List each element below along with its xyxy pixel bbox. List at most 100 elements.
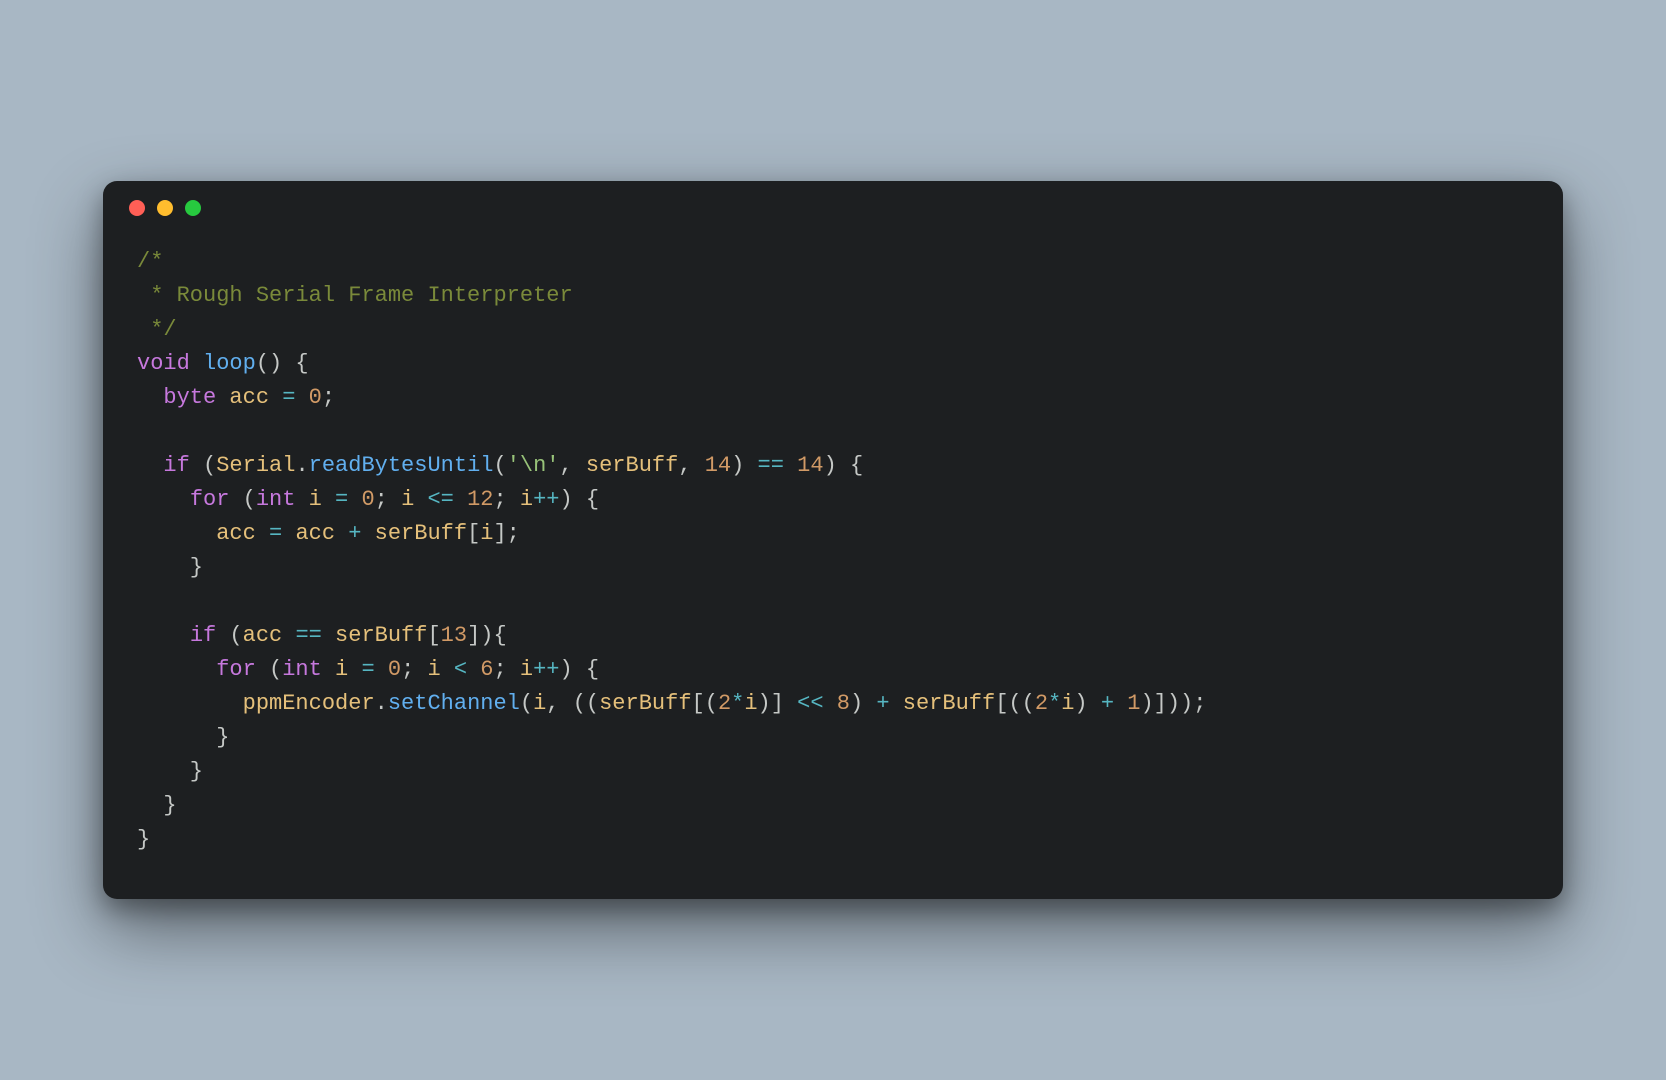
code-token	[348, 657, 361, 682]
code-token: acc	[216, 521, 256, 546]
code-token	[137, 521, 216, 546]
code-token: }	[137, 725, 229, 750]
code-token: i	[401, 487, 414, 512]
code-token	[441, 657, 454, 682]
code-token: loop	[203, 351, 256, 376]
code-token: acc	[295, 521, 335, 546]
code-token: 8	[837, 691, 850, 716]
minimize-icon[interactable]	[157, 200, 173, 216]
code-token: i	[533, 691, 546, 716]
code-token: }	[137, 793, 177, 818]
code-token: ==	[295, 623, 321, 648]
code-token: i	[427, 657, 440, 682]
code-token: [	[467, 521, 480, 546]
code-token: 14	[705, 453, 731, 478]
code-line	[137, 415, 1529, 449]
code-token	[322, 487, 335, 512]
code-line: }	[137, 755, 1529, 789]
code-token: )]));	[1140, 691, 1206, 716]
code-token: (	[493, 453, 506, 478]
code-token: <	[454, 657, 467, 682]
code-token: for	[190, 487, 230, 512]
code-token: serBuff	[903, 691, 995, 716]
code-token: () {	[256, 351, 309, 376]
code-token: acc	[243, 623, 283, 648]
code-token: if	[163, 453, 189, 478]
code-token: i	[1061, 691, 1074, 716]
code-token: )	[1074, 691, 1100, 716]
code-line: }	[137, 721, 1529, 755]
code-token: .	[295, 453, 308, 478]
code-token: <<	[797, 691, 823, 716]
code-token: */	[137, 317, 177, 342]
code-line: void loop() {	[137, 347, 1529, 381]
code-token	[256, 521, 269, 546]
code-token	[322, 623, 335, 648]
code-token: ;	[493, 657, 519, 682]
code-token: }	[137, 555, 203, 580]
code-line: if (acc == serBuff[13]){	[137, 619, 1529, 653]
code-token	[137, 487, 190, 512]
code-token: byte	[163, 385, 216, 410]
code-line: * Rough Serial Frame Interpreter	[137, 279, 1529, 313]
code-token: }	[137, 759, 203, 784]
code-line: }	[137, 551, 1529, 585]
code-token: serBuff	[375, 521, 467, 546]
code-token: )	[850, 691, 876, 716]
code-token: Serial	[216, 453, 295, 478]
code-token: i	[744, 691, 757, 716]
code-token	[295, 385, 308, 410]
close-icon[interactable]	[129, 200, 145, 216]
code-line: ppmEncoder.setChannel(i, ((serBuff[(2*i)…	[137, 687, 1529, 721]
code-token: )	[731, 453, 757, 478]
code-token: void	[137, 351, 190, 376]
code-token	[190, 351, 203, 376]
code-token: serBuff	[599, 691, 691, 716]
code-token	[137, 657, 216, 682]
code-token: 2	[718, 691, 731, 716]
code-line	[137, 585, 1529, 619]
code-token: (	[216, 623, 242, 648]
code-line: for (int i = 0; i < 6; i++) {	[137, 653, 1529, 687]
code-token: ) {	[560, 657, 600, 682]
code-token: <=	[427, 487, 453, 512]
code-token: *	[1048, 691, 1061, 716]
code-token: readBytesUntil	[309, 453, 494, 478]
code-token: [(	[692, 691, 718, 716]
zoom-icon[interactable]	[185, 200, 201, 216]
code-token: i	[520, 657, 533, 682]
code-line: acc = acc + serBuff[i];	[137, 517, 1529, 551]
code-token: =	[269, 521, 282, 546]
code-token: (	[256, 657, 282, 682]
code-token	[269, 385, 282, 410]
code-window: /* * Rough Serial Frame Interpreter */vo…	[103, 181, 1563, 899]
code-token: ;	[322, 385, 335, 410]
code-token	[137, 691, 243, 716]
code-token	[1114, 691, 1127, 716]
code-token: i	[309, 487, 322, 512]
code-token: int	[256, 487, 296, 512]
code-token: i	[335, 657, 348, 682]
code-line: */	[137, 313, 1529, 347]
code-token	[414, 487, 427, 512]
code-token: serBuff	[335, 623, 427, 648]
code-token: ];	[493, 521, 519, 546]
code-token	[824, 691, 837, 716]
code-token	[216, 385, 229, 410]
code-token: ==	[758, 453, 784, 478]
code-token: +	[876, 691, 889, 716]
code-token	[348, 487, 361, 512]
code-token: acc	[229, 385, 269, 410]
code-token: 2	[1035, 691, 1048, 716]
code-token	[137, 623, 190, 648]
window-titlebar	[103, 181, 1563, 235]
code-line: }	[137, 789, 1529, 823]
code-token: [((	[995, 691, 1035, 716]
code-line: }	[137, 823, 1529, 857]
code-token: ) {	[560, 487, 600, 512]
code-token: '\n'	[507, 453, 560, 478]
code-token: =	[282, 385, 295, 410]
code-token: ) {	[824, 453, 864, 478]
code-token: +	[1101, 691, 1114, 716]
code-token	[454, 487, 467, 512]
